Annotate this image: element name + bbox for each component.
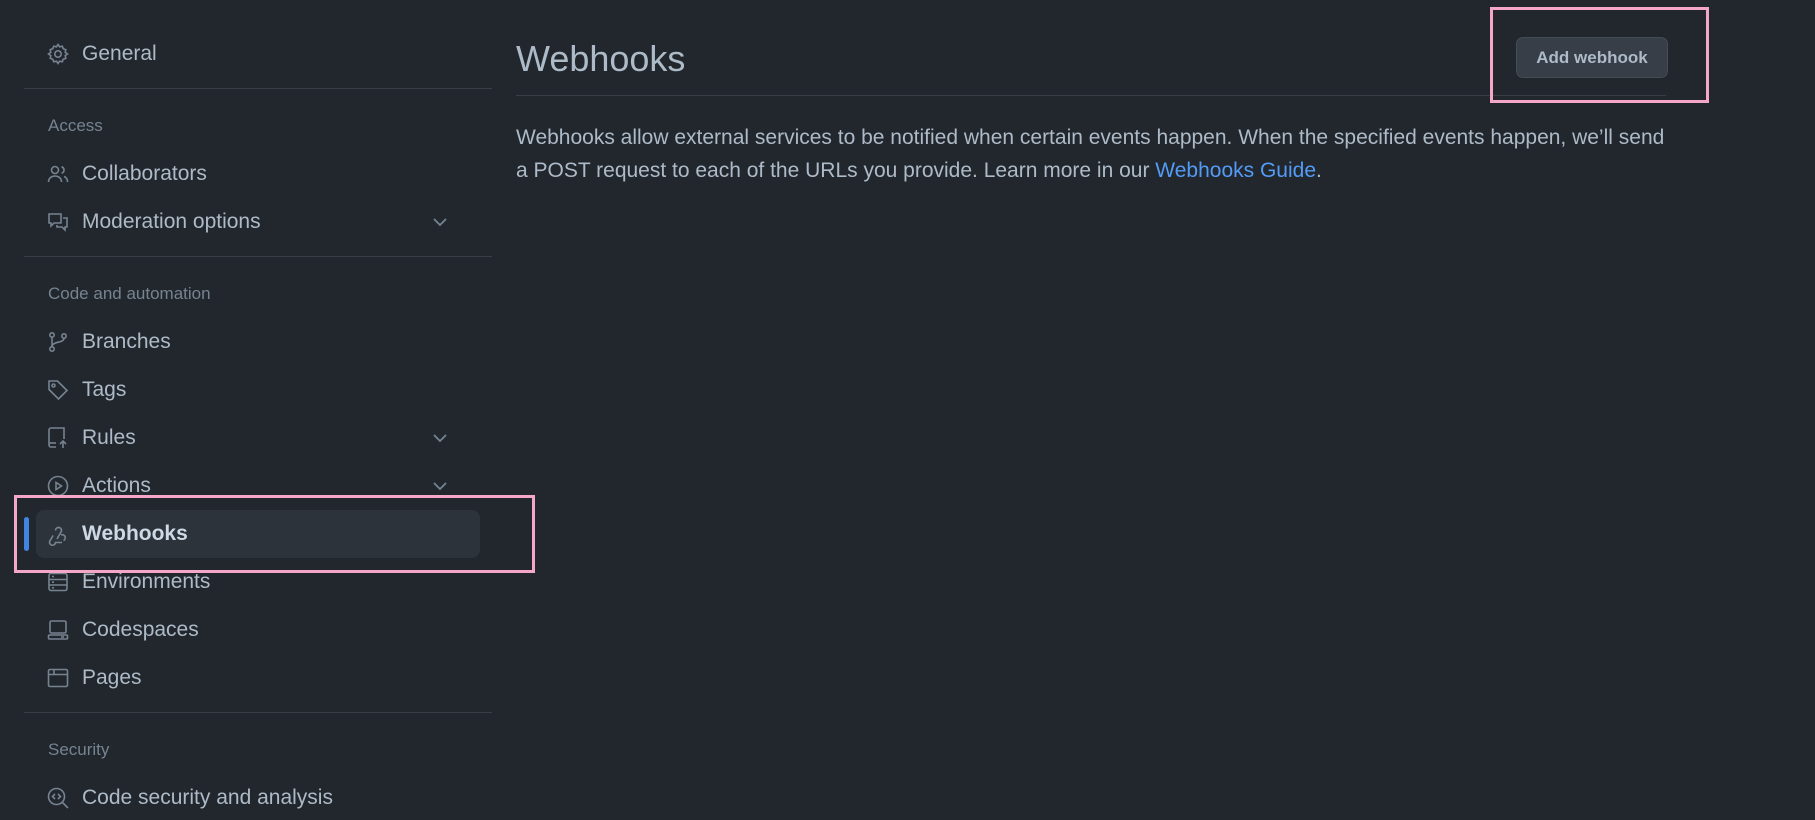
sidebar-divider: [24, 256, 492, 257]
page-title: Webhooks: [516, 38, 686, 79]
section-heading-access: Access: [48, 116, 103, 135]
section-heading-security: Security: [48, 740, 110, 759]
title-divider: [516, 95, 1666, 96]
people-icon: [46, 162, 70, 186]
sidebar-item-actions[interactable]: Actions: [36, 462, 480, 510]
server-icon: [46, 570, 70, 594]
sidebar-divider: [24, 88, 492, 89]
sidebar-item-moderation[interactable]: Moderation options: [36, 198, 480, 246]
browser-icon: [46, 666, 70, 690]
codescan-icon: [46, 786, 70, 810]
comment-discussion-icon: [46, 210, 70, 234]
webhooks-description: Webhooks allow external services to be n…: [516, 121, 1666, 187]
sidebar-item-label: Pages: [82, 666, 142, 689]
play-icon: [46, 474, 70, 498]
git-branch-icon: [46, 330, 70, 354]
sidebar-item-label: Tags: [82, 378, 127, 401]
sidebar-item-rules[interactable]: Rules: [36, 414, 480, 462]
sidebar-item-collaborators[interactable]: Collaborators: [36, 150, 480, 198]
settings-page: General Access Collaborators Moderation …: [0, 0, 1815, 820]
sidebar-item-label: Moderation options: [82, 210, 261, 233]
sidebar-item-general[interactable]: General: [36, 30, 480, 78]
sidebar-item-label: Rules: [82, 426, 136, 449]
sidebar-item-label: Codespaces: [82, 618, 199, 641]
codespaces-icon: [46, 618, 70, 642]
add-webhook-button[interactable]: Add webhook: [1516, 37, 1668, 78]
sidebar-item-pages[interactable]: Pages: [36, 654, 480, 702]
webhook-icon: [46, 522, 70, 546]
chevron-down-icon: [428, 426, 452, 450]
description-text: Webhooks allow external services to be n…: [516, 126, 1665, 182]
sidebar-item-code-security[interactable]: Code security and analysis: [36, 774, 480, 820]
repo-push-icon: [46, 426, 70, 450]
sidebar-item-label: General: [82, 42, 157, 65]
sidebar-item-label: Branches: [82, 330, 171, 353]
settings-sidebar: General Access Collaborators Moderation …: [24, 0, 492, 820]
sidebar-item-label: Collaborators: [82, 162, 207, 185]
sidebar-item-codespaces[interactable]: Codespaces: [36, 606, 480, 654]
sidebar-item-branches[interactable]: Branches: [36, 318, 480, 366]
sidebar-divider: [24, 712, 492, 713]
sidebar-item-label: Webhooks: [82, 522, 188, 545]
sidebar-item-tags[interactable]: Tags: [36, 366, 480, 414]
webhooks-guide-link[interactable]: Webhooks Guide: [1155, 159, 1316, 182]
chevron-down-icon: [428, 210, 452, 234]
sidebar-item-environments[interactable]: Environments: [36, 558, 480, 606]
sidebar-item-label: Environments: [82, 570, 211, 593]
active-indicator: [24, 517, 29, 551]
chevron-down-icon: [428, 474, 452, 498]
tag-icon: [46, 378, 70, 402]
section-heading-code-automation: Code and automation: [48, 284, 211, 303]
sidebar-item-label: Code security and analysis: [82, 786, 333, 809]
gear-icon: [46, 42, 70, 66]
sidebar-item-label: Actions: [82, 474, 151, 497]
description-end: .: [1316, 159, 1322, 182]
sidebar-item-webhooks[interactable]: Webhooks: [36, 510, 480, 558]
